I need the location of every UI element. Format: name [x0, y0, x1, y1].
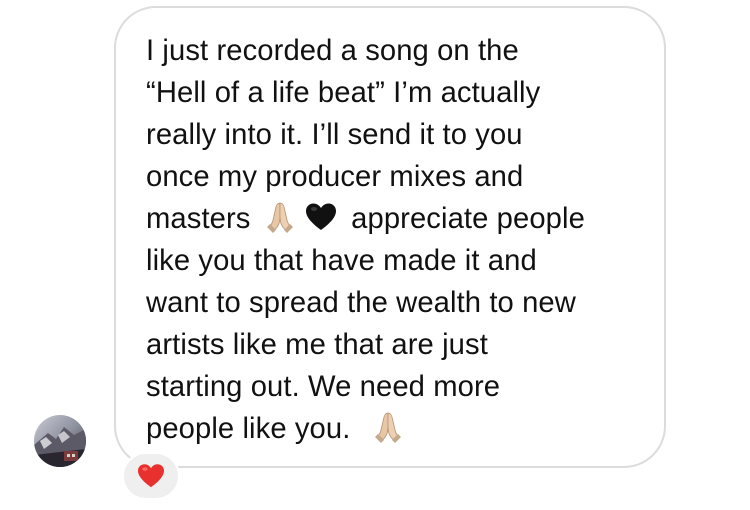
message-line: like you that have made it and [146, 245, 537, 277]
message-line: really into it. I’ll send it to you [146, 119, 523, 151]
reaction-badge[interactable] [122, 452, 180, 500]
message-line-with-emoji: masters appreciate people [146, 198, 651, 240]
message-line: once my producer mixes and [146, 161, 524, 193]
sender-avatar[interactable] [34, 415, 86, 467]
avatar-photo-icon [34, 415, 86, 467]
black-heart-icon [305, 202, 337, 232]
message-line: people like you. [146, 413, 351, 445]
message-text: I just recorded a song on the “Hell of a… [146, 30, 651, 450]
red-heart-icon [138, 464, 164, 488]
message-line: artists like me that are just [146, 329, 488, 361]
message-line: starting out. We need more [146, 371, 501, 403]
folded-hands-icon [265, 200, 295, 234]
message-line: “Hell of a life beat” I’m actually [146, 77, 541, 109]
message-line: I just recorded a song on the [146, 35, 519, 67]
folded-hands-icon [373, 410, 403, 444]
message-line: appreciate people [351, 203, 585, 235]
message-line: want to spread the wealth to new [146, 287, 576, 319]
message-line-with-emoji: people like you. [146, 408, 651, 450]
message-line: masters [146, 203, 251, 235]
